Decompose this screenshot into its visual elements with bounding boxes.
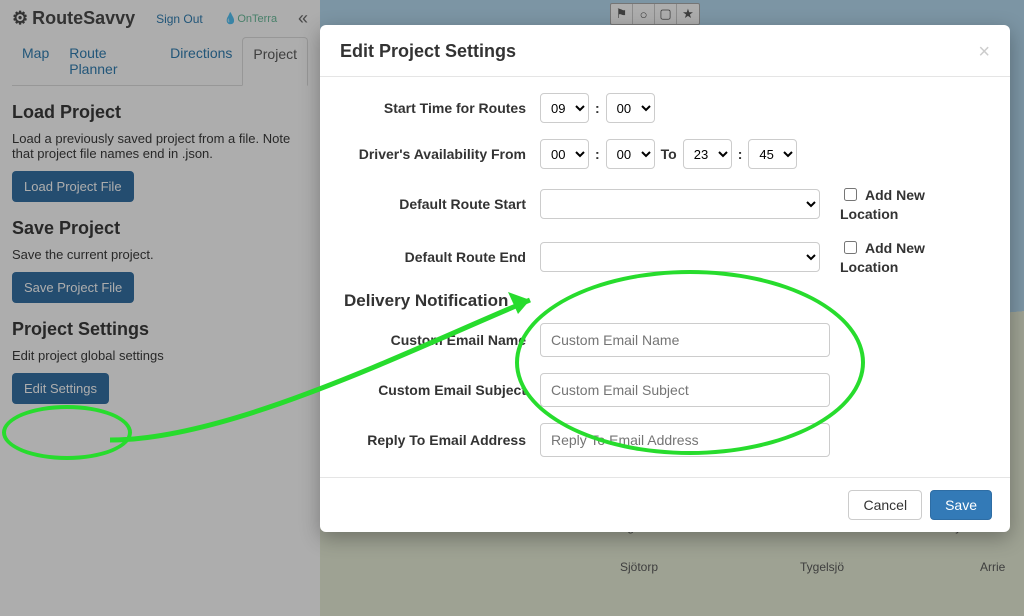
add-new-start-location-checkbox[interactable] [844, 188, 857, 201]
default-route-start-select[interactable] [540, 189, 820, 219]
start-time-hour-select[interactable]: 09 [540, 93, 589, 123]
colon-label: : [595, 100, 600, 116]
modal-title: Edit Project Settings [340, 41, 516, 62]
default-route-end-select[interactable] [540, 242, 820, 272]
custom-email-subject-label: Custom Email Subject [340, 382, 540, 398]
reply-to-email-input[interactable] [540, 423, 830, 457]
avail-from-hour-select[interactable]: 00 [540, 139, 589, 169]
add-new-location-label-2: Location [840, 206, 898, 222]
to-label: To [661, 146, 677, 162]
delivery-notification-heading: Delivery Notification [344, 291, 990, 311]
reply-to-email-label: Reply To Email Address [340, 432, 540, 448]
edit-project-settings-modal: Edit Project Settings × Start Time for R… [320, 25, 1010, 532]
custom-email-name-label: Custom Email Name [340, 332, 540, 348]
default-route-end-label: Default Route End [340, 249, 540, 265]
add-new-location-label-2: Location [840, 259, 898, 275]
start-time-minute-select[interactable]: 00 [606, 93, 655, 123]
cancel-button[interactable]: Cancel [848, 490, 922, 520]
add-new-location-label: Add New [865, 240, 925, 256]
avail-to-minute-select[interactable]: 45 [748, 139, 797, 169]
add-new-end-location-checkbox[interactable] [844, 241, 857, 254]
start-time-label: Start Time for Routes [340, 100, 540, 116]
close-icon[interactable]: × [978, 42, 990, 62]
custom-email-subject-input[interactable] [540, 373, 830, 407]
avail-to-hour-select[interactable]: 23 [683, 139, 732, 169]
driver-availability-label: Driver's Availability From [340, 146, 540, 162]
avail-from-minute-select[interactable]: 00 [606, 139, 655, 169]
default-route-start-label: Default Route Start [340, 196, 540, 212]
add-new-location-label: Add New [865, 187, 925, 203]
save-button[interactable]: Save [930, 490, 992, 520]
custom-email-name-input[interactable] [540, 323, 830, 357]
